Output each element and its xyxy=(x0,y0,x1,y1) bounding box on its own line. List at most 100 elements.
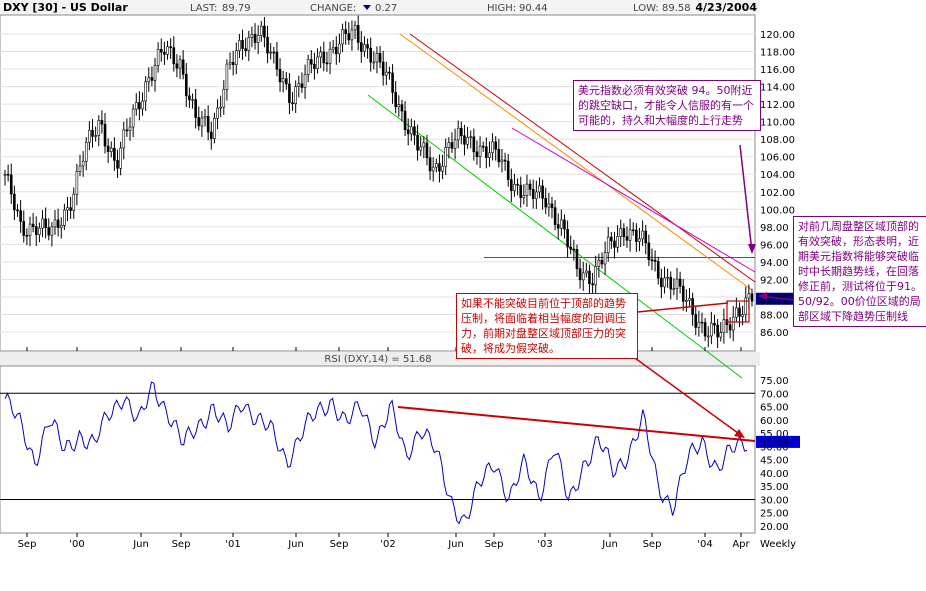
candle-body xyxy=(563,219,566,230)
candle-body xyxy=(263,25,266,38)
x-tick-label: '04 xyxy=(697,539,712,550)
candle-body xyxy=(322,51,326,64)
candle-body xyxy=(369,47,372,63)
price-tick-label: 116.00 xyxy=(760,65,795,76)
candle-body xyxy=(394,92,397,108)
price-tick-label: 108.00 xyxy=(760,135,795,146)
candle-body xyxy=(381,61,385,76)
candle-body xyxy=(134,102,138,110)
candle-body xyxy=(259,25,263,36)
candle-body xyxy=(325,62,329,65)
candle-body xyxy=(575,249,579,270)
candle-body xyxy=(19,210,22,222)
chart-header: DXY [30] - US Dollar LAST: 89.79 CHANGE:… xyxy=(0,0,760,15)
candle-body xyxy=(113,147,116,161)
last-label: LAST: xyxy=(190,3,217,14)
rsi-last-tag-value: 51.68 xyxy=(760,438,789,449)
period-label: Weekly xyxy=(760,539,796,550)
price-tick-label: 92.00 xyxy=(760,275,789,286)
candle-body xyxy=(181,59,185,75)
price-tick-label: 112.00 xyxy=(760,100,795,111)
candle-body xyxy=(335,46,338,55)
candle-body xyxy=(353,24,357,31)
price-tick-label: 88.00 xyxy=(760,310,789,321)
candle-body xyxy=(53,219,57,228)
candle-body xyxy=(728,324,732,331)
candle-body xyxy=(666,276,669,279)
candle-body xyxy=(316,56,319,69)
candle-body xyxy=(603,252,607,265)
candle-body xyxy=(247,37,251,51)
candle-body xyxy=(556,224,560,229)
rsi-tick-label: 40.00 xyxy=(760,469,789,480)
candle-body xyxy=(272,51,276,54)
candle-body xyxy=(385,71,388,76)
candle-body xyxy=(581,272,585,281)
price-tick-label: 106.00 xyxy=(760,153,795,164)
candle-body xyxy=(569,246,573,250)
candle-body xyxy=(494,141,498,150)
candle-body xyxy=(610,236,613,242)
candle-body xyxy=(688,298,691,301)
rsi-last-tag: 51.68 xyxy=(756,435,800,449)
candle-body xyxy=(553,207,557,225)
candle-body xyxy=(444,147,447,167)
candle-body xyxy=(713,322,716,326)
candle-body xyxy=(488,152,491,158)
candle-body xyxy=(78,165,82,172)
candle-body xyxy=(103,123,107,147)
candle-body xyxy=(460,127,463,137)
candle-body xyxy=(438,163,441,172)
rsi-tick-label: 30.00 xyxy=(760,495,789,506)
candle-body xyxy=(491,141,494,154)
candle-body xyxy=(653,259,657,262)
candle-body xyxy=(731,316,735,331)
candle-body xyxy=(413,126,416,136)
candle-body xyxy=(647,242,651,261)
candle-body xyxy=(231,61,235,66)
candle-body xyxy=(447,142,451,148)
price-tick-label: 86.00 xyxy=(760,328,789,339)
candle-body xyxy=(485,146,488,158)
candle-body xyxy=(25,235,29,237)
candle-body xyxy=(178,59,182,69)
candle-body xyxy=(250,34,254,38)
candle-body xyxy=(435,163,438,168)
candle-body xyxy=(38,227,41,235)
candle-body xyxy=(50,226,54,236)
annotation-mid: 如果不能突破目前位于顶部的趋势压制，将面临着相当幅度的回调压力，前期对盘整区域顶… xyxy=(456,293,638,359)
rsi-tick-label: 75.00 xyxy=(760,376,789,387)
x-tick-label: '01 xyxy=(225,539,240,550)
candle-body xyxy=(156,49,160,66)
candle-body xyxy=(159,49,163,53)
candle-body xyxy=(228,61,232,65)
candle-body xyxy=(597,259,601,267)
candle-body xyxy=(578,268,582,281)
rsi-title: RSI (DXY,14) = 51.68 xyxy=(324,354,431,365)
candle-body xyxy=(635,229,638,242)
candle-body xyxy=(531,189,535,199)
x-tick-label: '03 xyxy=(537,539,552,550)
candle-body xyxy=(278,69,282,83)
candle-body xyxy=(513,183,516,191)
low-label: LOW: xyxy=(633,3,659,14)
candle-body xyxy=(710,322,713,337)
x-tick-label: Sep xyxy=(18,539,37,550)
candle-body xyxy=(213,117,216,139)
candle-body xyxy=(184,74,188,97)
candle-body xyxy=(153,65,157,81)
candle-body xyxy=(144,81,147,102)
candle-body xyxy=(116,160,119,169)
candle-body xyxy=(63,209,66,226)
candle-body xyxy=(463,135,466,145)
candle-body xyxy=(366,44,369,49)
candle-body xyxy=(416,134,419,151)
price-tick-label: 120.00 xyxy=(760,30,795,41)
candle-body xyxy=(550,203,554,208)
candle-body xyxy=(478,145,482,158)
x-tick-label: Apr xyxy=(732,539,750,550)
price-tick-label: 104.00 xyxy=(760,170,795,181)
candle-body xyxy=(59,225,63,228)
candle-body xyxy=(141,100,144,110)
candle-body xyxy=(419,146,422,151)
